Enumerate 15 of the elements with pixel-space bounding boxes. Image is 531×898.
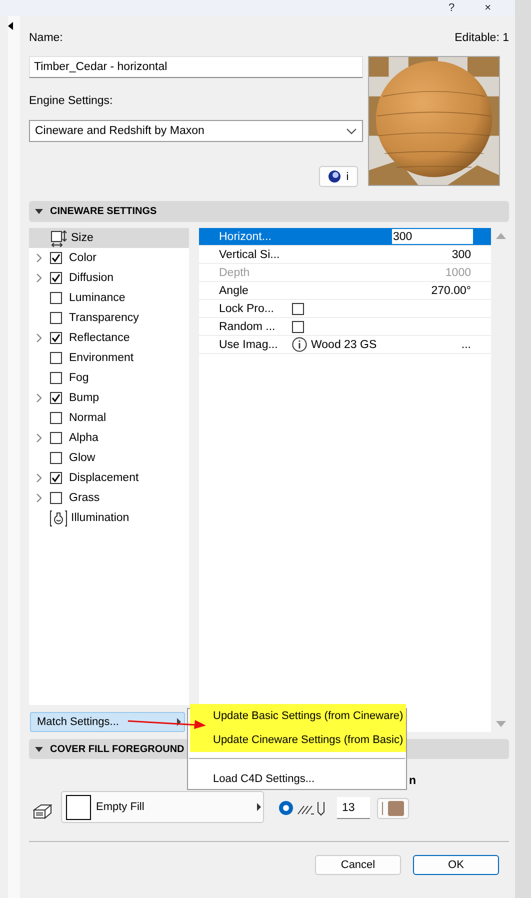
name-label: Name:: [29, 32, 63, 44]
property-label: Depth: [219, 266, 251, 278]
editable-label: Editable: 1: [454, 32, 509, 44]
property-label: Angle: [219, 284, 250, 296]
property-value: 270.00°: [431, 284, 471, 296]
property-value: 1000: [445, 266, 471, 278]
property-value: 300: [452, 248, 471, 260]
engine-label: Engine Settings:: [29, 95, 114, 109]
property-label: Vertical Si...: [219, 248, 281, 260]
texture-name: Wood 23 GS: [311, 338, 377, 350]
property-label: Random ...: [219, 320, 276, 332]
property-label: Horizont...: [219, 230, 272, 242]
label-text: n: [409, 775, 418, 789]
property-label: Lock Pro...: [219, 302, 275, 314]
property-label: Use Imag...: [219, 338, 279, 350]
